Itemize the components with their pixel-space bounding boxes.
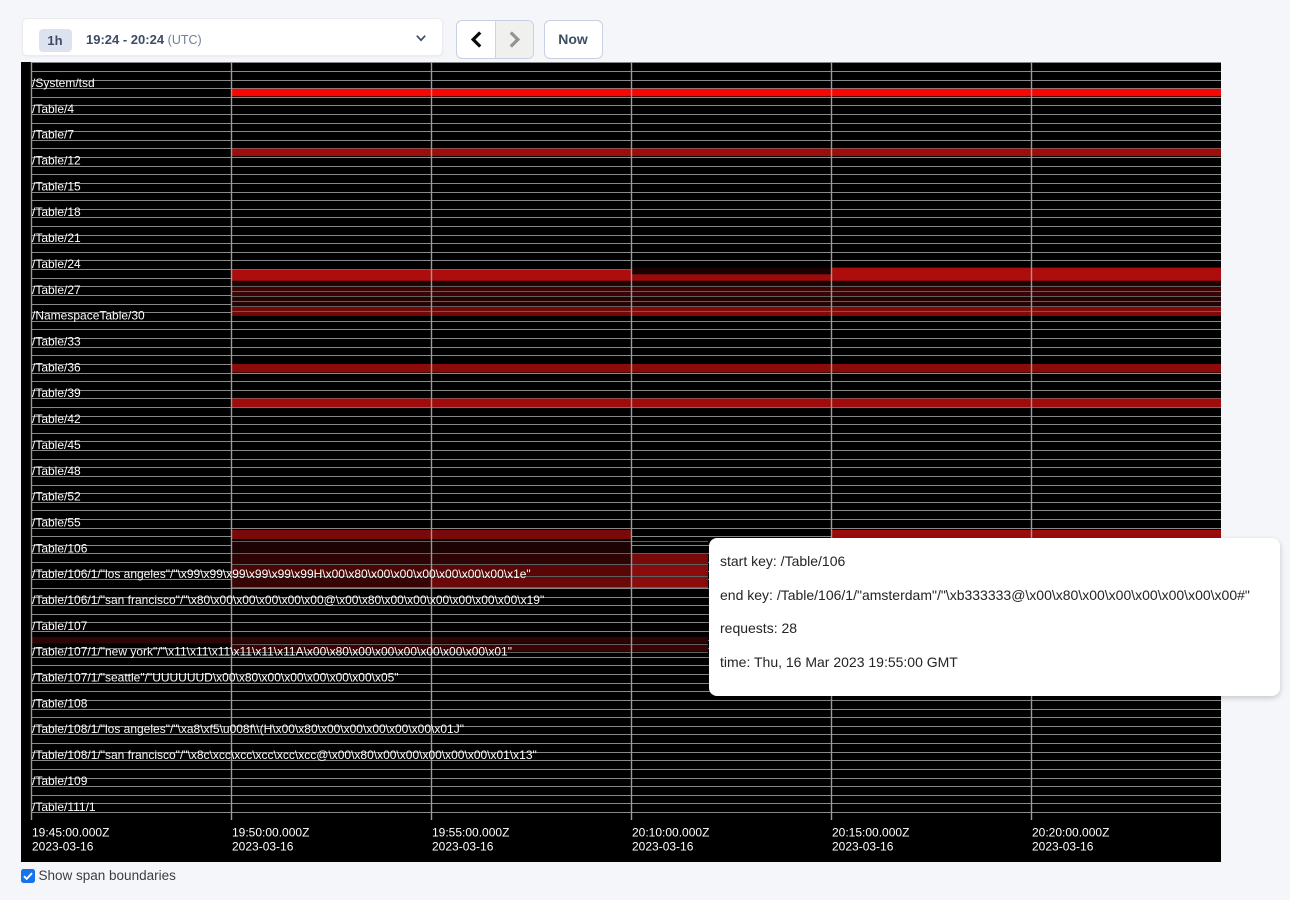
svg-text:2023-03-16: 2023-03-16 [432,839,494,853]
svg-text:/Table/106/1/"los angeles"/"\x: /Table/106/1/"los angeles"/"\x99\x99\x99… [32,567,531,581]
svg-text:19:45:00.000Z: 19:45:00.000Z [32,825,109,839]
svg-text:/Table/21: /Table/21 [32,231,81,245]
svg-text:2023-03-16: 2023-03-16 [32,839,94,853]
svg-text:/Table/24: /Table/24 [32,257,81,271]
svg-text:/Table/27: /Table/27 [32,283,81,297]
svg-text:/Table/108/1/"san francisco"/": /Table/108/1/"san francisco"/"\x8c\xcc\x… [32,748,537,762]
svg-text:/Table/7: /Table/7 [32,128,74,142]
svg-text:/Table/106/1/"san francisco"/": /Table/106/1/"san francisco"/"\x80\x00\x… [32,593,544,607]
svg-text:/Table/111/1: /Table/111/1 [32,800,96,814]
svg-text:/Table/48: /Table/48 [32,464,81,478]
svg-text:/Table/45: /Table/45 [32,438,81,452]
svg-text:/Table/33: /Table/33 [32,335,81,349]
svg-text:20:10:00.000Z: 20:10:00.000Z [632,825,709,839]
svg-text:/NamespaceTable/30: /NamespaceTable/30 [32,309,145,323]
svg-text:20:20:00.000Z: 20:20:00.000Z [1032,825,1109,839]
svg-text:20:15:00.000Z: 20:15:00.000Z [832,825,909,839]
svg-text:/Table/107/1/"new york"/"\x11\: /Table/107/1/"new york"/"\x11\x11\x11\x1… [32,645,512,659]
svg-text:/Table/107/1/"seattle"/"UUUUUU: /Table/107/1/"seattle"/"UUUUUUD\x00\x80\… [32,671,399,685]
svg-text:/Table/107: /Table/107 [32,619,88,633]
svg-text:/Table/36: /Table/36 [32,360,81,374]
svg-text:2023-03-16: 2023-03-16 [1032,839,1094,853]
svg-text:/Table/42: /Table/42 [32,412,81,426]
svg-text:/Table/106: /Table/106 [32,541,88,555]
svg-text:19:55:00.000Z: 19:55:00.000Z [432,825,509,839]
svg-text:/Table/108/1/"los angeles"/"\x: /Table/108/1/"los angeles"/"\xa8\xf5\u00… [32,722,464,736]
svg-text:/Table/39: /Table/39 [32,386,81,400]
svg-text:2023-03-16: 2023-03-16 [832,839,894,853]
svg-text:/Table/52: /Table/52 [32,490,81,504]
svg-text:/Table/4: /Table/4 [32,102,74,116]
svg-text:/Table/18: /Table/18 [32,205,81,219]
svg-text:19:50:00.000Z: 19:50:00.000Z [232,825,309,839]
svg-text:/Table/109: /Table/109 [32,774,88,788]
svg-text:/Table/55: /Table/55 [32,516,81,530]
svg-text:/Table/15: /Table/15 [32,179,81,193]
svg-text:/Table/12: /Table/12 [32,154,81,168]
svg-text:2023-03-16: 2023-03-16 [632,839,694,853]
svg-text:2023-03-16: 2023-03-16 [232,839,294,853]
svg-text:/Table/108: /Table/108 [32,696,88,710]
svg-text:/System/tsd: /System/tsd [32,76,95,90]
